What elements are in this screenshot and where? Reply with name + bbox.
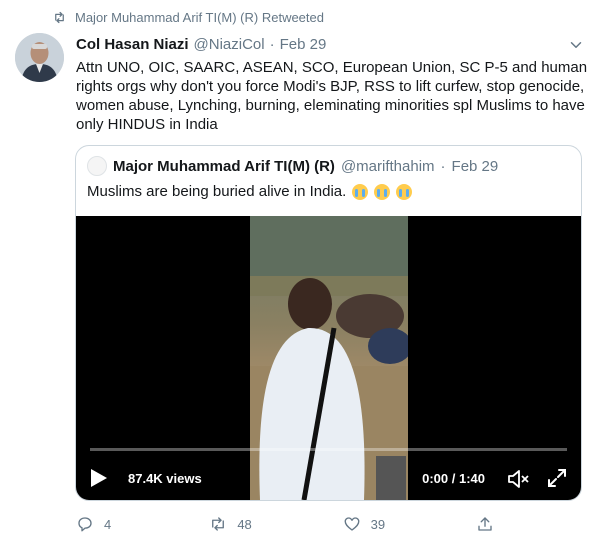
video-player[interactable]: 87.4K views 0:00 / 1:40 [76, 216, 581, 500]
retweet-icon [212, 517, 225, 531]
crying-face-icon [396, 183, 413, 200]
fullscreen-icon[interactable] [547, 468, 567, 488]
crying-face-icon [352, 183, 369, 200]
avatar[interactable] [15, 33, 64, 82]
separator-dot: · [269, 36, 275, 53]
separator-dot: · [440, 157, 446, 175]
volume-muted-icon[interactable] [507, 468, 531, 490]
video-time: 0:00 / 1:40 [422, 471, 485, 486]
quoted-avatar [87, 156, 107, 176]
chevron-down-icon[interactable] [567, 36, 585, 54]
video-views: 87.4K views [128, 471, 202, 486]
author-name[interactable]: Col Hasan Niazi [76, 36, 189, 53]
quoted-tweet-text-row: Muslims are being buried alive in India. [87, 183, 413, 200]
play-icon[interactable] [90, 468, 108, 488]
share-button[interactable] [476, 515, 506, 533]
reply-button[interactable]: 4 [76, 515, 176, 533]
video-frame [250, 216, 408, 500]
tweet-header: Col Hasan Niazi @NiaziCol · Feb 29 [76, 36, 577, 53]
crying-face-icon [374, 183, 391, 200]
quoted-author-handle: @marifthahim [340, 157, 435, 175]
share-icon [478, 517, 492, 531]
retweet-icon [55, 11, 64, 24]
retweet-context-text[interactable]: Major Muhammad Arif TI(M) (R) Retweeted [75, 10, 324, 25]
reply-icon [78, 517, 92, 532]
video-controls: 87.4K views 0:00 / 1:40 [76, 460, 581, 494]
quoted-author-name: Major Muhammad Arif TI(M) (R) [113, 157, 335, 175]
tweet-date[interactable]: Feb 29 [280, 36, 327, 53]
tweet-actions: 4 48 39 [76, 515, 506, 533]
video-progress-bar[interactable] [90, 448, 567, 451]
like-count: 39 [370, 516, 386, 532]
retweet-count: 48 [237, 516, 252, 532]
quoted-tweet-date: Feb 29 [451, 157, 499, 175]
quoted-tweet-header: Major Muhammad Arif TI(M) (R) @marifthah… [87, 156, 498, 176]
tweet-text: Attn UNO, OIC, SAARC, ASEAN, SCO, Europe… [76, 59, 588, 133]
like-button[interactable]: 39 [343, 515, 443, 533]
quoted-tweet[interactable]: Major Muhammad Arif TI(M) (R) @marifthah… [75, 145, 582, 501]
quoted-tweet-text: Muslims are being buried alive in India. [87, 183, 347, 200]
reply-count: 4 [104, 516, 112, 532]
retweet-context: Major Muhammad Arif TI(M) (R) Retweeted [52, 10, 324, 25]
retweet-button[interactable]: 48 [209, 515, 309, 533]
heart-icon [344, 517, 360, 531]
author-handle[interactable]: @NiaziCol [194, 36, 265, 53]
